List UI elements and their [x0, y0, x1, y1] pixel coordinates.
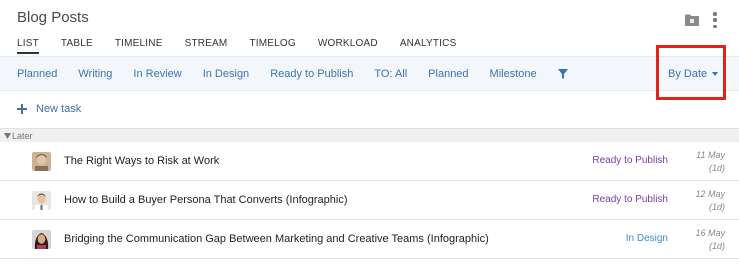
- task-title[interactable]: Bridging the Communication Gap Between M…: [64, 233, 489, 245]
- filter-ready-to-publish[interactable]: Ready to Publish: [270, 68, 353, 80]
- task-row[interactable]: How to Build a Buyer Persona That Conver…: [0, 181, 739, 220]
- tab-list[interactable]: LIST: [17, 38, 39, 54]
- group-header-later[interactable]: Later: [0, 128, 739, 142]
- duration: (1d): [708, 241, 725, 251]
- plus-icon: [17, 104, 27, 114]
- duration: (1d): [708, 202, 725, 212]
- filter-planned-2[interactable]: Planned: [428, 68, 468, 80]
- task-row[interactable]: The Right Ways to Risk at Work Ready to …: [0, 142, 739, 181]
- filter-assignee[interactable]: TO: All: [374, 68, 407, 80]
- filter-list: Planned Writing In Review In Design Read…: [17, 68, 568, 80]
- view-tabs: LIST TABLE TIMELINE STREAM TIMELOG WORKL…: [17, 38, 478, 54]
- tab-table[interactable]: TABLE: [61, 38, 93, 54]
- avatar: [32, 191, 51, 210]
- task-title[interactable]: The Right Ways to Risk at Work: [64, 155, 219, 167]
- task-date: 11 May (1d): [696, 149, 725, 175]
- status-badge[interactable]: In Design: [626, 233, 668, 244]
- header-actions: [685, 12, 717, 28]
- new-task-button[interactable]: New task: [17, 103, 81, 115]
- page-header: Blog Posts LIST TABLE TIMELINE STREAM TI…: [0, 0, 739, 56]
- filter-in-design[interactable]: In Design: [203, 68, 249, 80]
- new-task-label: New task: [36, 103, 82, 115]
- filter-bar: Planned Writing In Review In Design Read…: [0, 56, 739, 91]
- due-date: 12 May: [695, 189, 725, 199]
- highlight-box: [656, 45, 726, 100]
- page-title: Blog Posts: [17, 9, 89, 26]
- tab-analytics[interactable]: ANALYTICS: [400, 38, 457, 54]
- kebab-menu-icon[interactable]: [713, 12, 717, 28]
- duration: (1d): [708, 163, 725, 173]
- group-label: Later: [12, 130, 33, 141]
- funnel-icon[interactable]: [557, 69, 568, 79]
- tab-workload[interactable]: WORKLOAD: [318, 38, 378, 54]
- filter-milestone[interactable]: Milestone: [490, 68, 537, 80]
- status-badge[interactable]: Ready to Publish: [592, 155, 668, 166]
- task-date: 16 May (1d): [695, 227, 725, 253]
- status-badge[interactable]: Ready to Publish: [592, 194, 668, 205]
- avatar: [32, 152, 51, 171]
- task-title[interactable]: How to Build a Buyer Persona That Conver…: [64, 194, 348, 206]
- tab-timelog[interactable]: TIMELOG: [249, 38, 295, 54]
- tab-timeline[interactable]: TIMELINE: [115, 38, 163, 54]
- due-date: 11 May: [696, 150, 725, 160]
- task-row[interactable]: Bridging the Communication Gap Between M…: [0, 220, 739, 259]
- triangle-down-icon: [4, 132, 11, 139]
- due-date: 16 May: [695, 228, 725, 238]
- filter-in-review[interactable]: In Review: [133, 68, 181, 80]
- filter-planned[interactable]: Planned: [17, 68, 57, 80]
- avatar: [32, 230, 51, 249]
- task-date: 12 May (1d): [695, 188, 725, 214]
- filter-writing[interactable]: Writing: [78, 68, 112, 80]
- tab-stream[interactable]: STREAM: [185, 38, 228, 54]
- folder-icon[interactable]: [685, 14, 699, 26]
